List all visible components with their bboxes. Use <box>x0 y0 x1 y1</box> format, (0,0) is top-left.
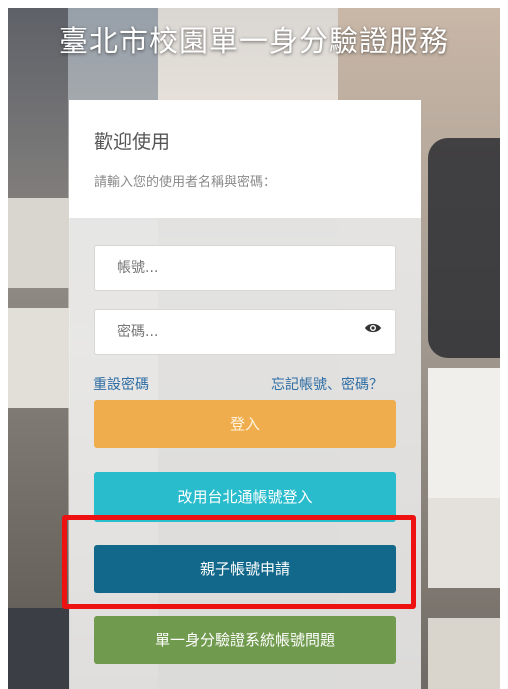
reset-password-link[interactable]: 重設密碼 <box>93 374 149 394</box>
password-input[interactable] <box>94 309 396 355</box>
highlight-box <box>62 515 416 609</box>
forgot-account-link[interactable]: 忘記帳號、密碼？ <box>271 374 383 394</box>
welcome-heading: 歡迎使用 <box>94 131 171 153</box>
account-problem-button[interactable]: 單一身分驗證系統帳號問題 <box>94 616 396 664</box>
login-button[interactable]: 登入 <box>94 400 396 448</box>
username-input[interactable] <box>94 245 396 291</box>
page-title: 臺北市校園單一身分驗證服務 <box>58 24 449 58</box>
eye-icon[interactable] <box>364 322 382 334</box>
login-card-header <box>69 100 421 218</box>
login-hint: 請輸入您的使用者名稱與密碼： <box>94 175 277 190</box>
